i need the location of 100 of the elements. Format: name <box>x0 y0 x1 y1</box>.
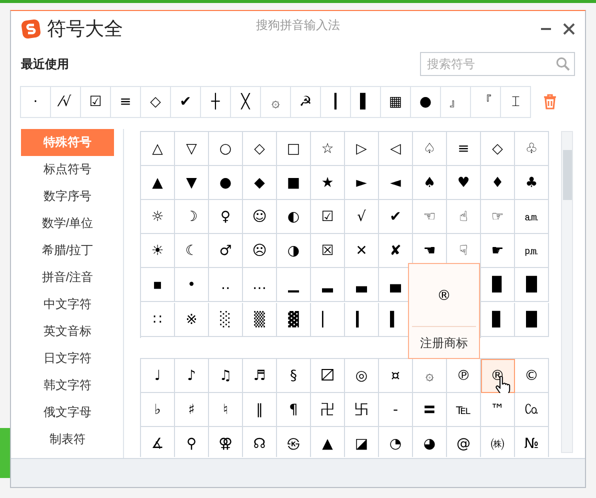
symbol-cell[interactable]: 卍 <box>311 393 345 427</box>
symbol-cell[interactable]: ▓ <box>277 303 311 337</box>
category-item[interactable]: 中文字符 <box>21 291 114 318</box>
symbol-cell[interactable]: ▊ <box>481 303 515 337</box>
symbol-cell[interactable]: ▼ <box>175 166 209 200</box>
symbol-cell[interactable]: ☛ <box>481 234 515 268</box>
symbol-cell[interactable]: ▎ <box>345 303 379 337</box>
symbol-cell[interactable]: ▏ <box>311 303 345 337</box>
symbol-cell[interactable]: ♮ <box>209 393 243 427</box>
symbol-cell[interactable]: ◁ <box>379 132 413 166</box>
symbol-cell[interactable]: ◇ <box>481 132 515 166</box>
symbol-cell[interactable]: ♣ <box>515 166 549 200</box>
symbol-cell[interactable]: ▷ <box>345 132 379 166</box>
symbol-cell[interactable]: ░ <box>209 303 243 337</box>
symbol-cell[interactable]: ♀ <box>209 200 243 234</box>
symbol-cell[interactable]: ○ <box>209 132 243 166</box>
recent-symbol[interactable]: ▦ <box>380 86 411 118</box>
symbol-cell[interactable]: ▒ <box>243 303 277 337</box>
symbol-cell[interactable]: ☹ <box>243 234 277 268</box>
category-item[interactable]: 希腊/拉丁 <box>21 237 114 264</box>
category-item[interactable]: 制表符 <box>21 426 114 453</box>
category-item[interactable]: 拼音/注音 <box>21 264 114 291</box>
symbol-cell[interactable]: ♧ <box>515 132 549 166</box>
symbol-cell[interactable]: 卐 <box>345 393 379 427</box>
symbol-cell[interactable]: ¤ <box>379 359 413 393</box>
symbol-cell[interactable]: ◑ <box>277 234 311 268</box>
recent-symbol[interactable]: ☑ <box>80 86 111 118</box>
symbol-cell[interactable]: ▉ <box>481 268 515 302</box>
symbol-cell[interactable]: ℡ <box>447 393 481 427</box>
symbol-cell[interactable]: √ <box>345 200 379 234</box>
recent-symbol[interactable]: ⌶ <box>500 86 531 118</box>
category-item[interactable]: 标点符号 <box>21 156 114 183</box>
symbol-cell[interactable]: ☾ <box>175 234 209 268</box>
symbol-cell[interactable]: ♂ <box>209 234 243 268</box>
symbol-cell[interactable]: ◆ <box>243 166 277 200</box>
symbol-cell[interactable]: ™ <box>481 393 515 427</box>
symbol-cell[interactable]: ▽ <box>175 132 209 166</box>
recent-symbol[interactable]: ✔ <box>170 86 201 118</box>
symbol-cell[interactable]: ◇ <box>243 132 277 166</box>
symbol-cell[interactable]: ♫ <box>209 359 243 393</box>
symbol-cell[interactable]: ☺ <box>243 200 277 234</box>
symbol-cell[interactable]: ♬ <box>243 359 277 393</box>
symbol-cell[interactable]: ▁ <box>277 268 311 302</box>
recent-symbol[interactable]: ≡ <box>110 86 141 118</box>
category-item[interactable]: 数学/单位 <box>21 210 114 237</box>
close-icon[interactable] <box>563 23 575 35</box>
symbol-cell[interactable]: § <box>277 359 311 393</box>
symbol-cell[interactable]: ✕ <box>345 234 379 268</box>
symbol-cell[interactable]: ◄ <box>379 166 413 200</box>
symbol-cell[interactable]: △ <box>141 132 175 166</box>
symbol-cell[interactable]: ▂ <box>311 268 345 302</box>
recent-symbol[interactable]: ╳ <box>230 86 261 118</box>
symbol-cell[interactable]: ¶ <box>277 393 311 427</box>
symbol-cell[interactable]: ◐ <box>277 200 311 234</box>
recent-symbol[interactable]: 』 <box>440 86 471 118</box>
symbol-cell[interactable]: ✘ <box>379 234 413 268</box>
symbol-cell[interactable]: © <box>515 359 549 393</box>
category-item[interactable]: 俄文字母 <box>21 399 114 426</box>
symbol-cell[interactable]: … <box>243 268 277 302</box>
symbol-cell[interactable]: ◎ <box>345 359 379 393</box>
symbol-cell[interactable]: ☆ <box>311 132 345 166</box>
category-item[interactable]: 日文字符 <box>21 345 114 372</box>
symbol-cell[interactable]: ☀ <box>141 234 175 268</box>
symbol-cell[interactable]: ㏇ <box>515 393 549 427</box>
symbol-cell[interactable]: ★ <box>311 166 345 200</box>
symbol-cell[interactable]: ✔ <box>379 200 413 234</box>
symbol-cell[interactable]: ♤ <box>413 132 447 166</box>
symbol-cell[interactable]: ☑ <box>311 200 345 234</box>
symbol-cell[interactable]: ㏂ <box>515 200 549 234</box>
symbol-cell[interactable]: ● <box>209 166 243 200</box>
symbol-cell[interactable]: ♪ <box>175 359 209 393</box>
recent-symbol[interactable]: · <box>20 86 51 118</box>
symbol-cell[interactable]: ♩ <box>141 359 175 393</box>
category-item[interactable]: 英文音标 <box>21 318 114 345</box>
recent-symbol[interactable]: ┼ <box>200 86 231 118</box>
recent-symbol[interactable]: ⁄√ <box>50 86 81 118</box>
symbol-cell[interactable]: ㏘ <box>515 234 549 268</box>
symbol-cell[interactable]: ☜ <box>413 200 447 234</box>
symbol-cell[interactable]: █ <box>515 303 549 337</box>
recent-symbol[interactable]: ◇ <box>140 86 171 118</box>
symbol-cell[interactable]: ■ <box>277 166 311 200</box>
symbol-cell[interactable]: ♭ <box>141 393 175 427</box>
symbol-cell[interactable]: ☒ <box>311 234 345 268</box>
symbol-cell[interactable]: ‥ <box>209 268 243 302</box>
symbol-cell[interactable]: ► <box>345 166 379 200</box>
symbol-cell[interactable]: █ <box>515 268 549 302</box>
symbol-cell[interactable]: ∷ <box>141 303 175 337</box>
symbol-cell[interactable]: ‐ <box>379 393 413 427</box>
symbol-cell[interactable]: ♦ <box>481 166 515 200</box>
symbol-cell[interactable]: ☝ <box>447 200 481 234</box>
recent-symbol[interactable]: ☭ <box>290 86 321 118</box>
symbol-cell[interactable]: • <box>175 268 209 302</box>
category-item[interactable]: 韩文字符 <box>21 372 114 399</box>
search-field[interactable]: 搜索符号 <box>420 52 575 76</box>
recent-symbol[interactable]: ● <box>410 86 441 118</box>
symbol-cell[interactable]: ℗ <box>447 359 481 393</box>
recent-symbol[interactable]: ۞ <box>260 86 291 118</box>
symbol-cell[interactable]: ▲ <box>141 166 175 200</box>
symbol-cell[interactable]: ♥ <box>447 166 481 200</box>
symbol-cell[interactable]: ♯ <box>175 393 209 427</box>
